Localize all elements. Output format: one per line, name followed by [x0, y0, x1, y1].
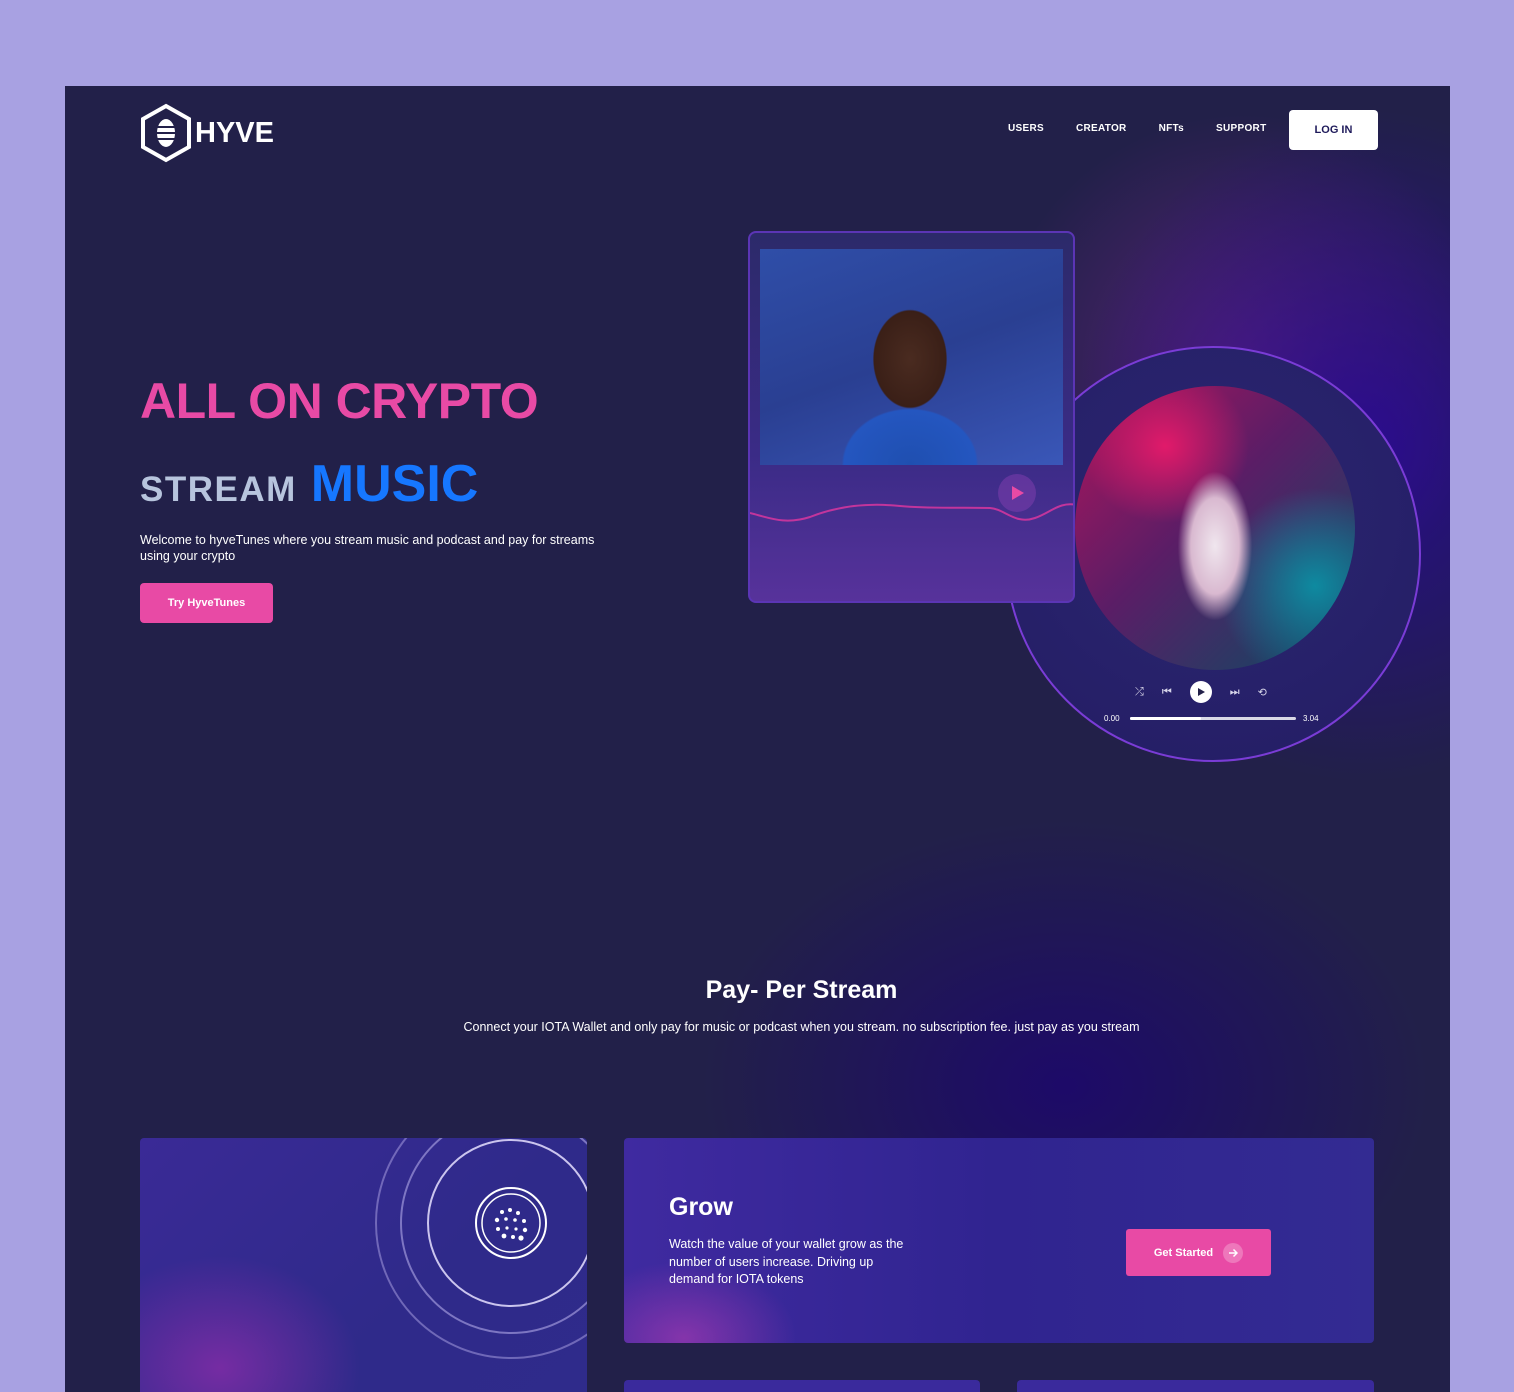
- singer-photo: [1075, 386, 1355, 670]
- pay-per-stream-description: Connect your IOTA Wallet and only pay fo…: [463, 1020, 1140, 1034]
- pay-per-stream-title: Pay- Per Stream: [705, 976, 898, 1004]
- hero-subtitle: STREAM MUSIC: [140, 454, 478, 514]
- hero-description: Welcome to hyveTunes where you stream mu…: [140, 533, 595, 563]
- repeat-icon[interactable]: ⟲: [1258, 686, 1267, 699]
- get-started-button[interactable]: Get Started: [1126, 1229, 1271, 1276]
- grow-panel: Grow Watch the value of your wallet grow…: [624, 1138, 1374, 1343]
- progress-fill: [1130, 717, 1202, 720]
- top-nav: USERS CREATOR NFTs SUPPORT: [1008, 123, 1267, 134]
- player-controls: ⤮ ⏮ ⏭ ⟲: [1135, 681, 1267, 703]
- feature-panel: [624, 1380, 980, 1392]
- progress-track[interactable]: [1130, 717, 1296, 720]
- time-total: 3.04: [1303, 714, 1319, 723]
- nav-item-users[interactable]: USERS: [1008, 123, 1044, 134]
- artist-photo: [760, 249, 1063, 465]
- nav-item-support[interactable]: SUPPORT: [1216, 123, 1266, 134]
- play-icon: [1012, 486, 1024, 500]
- hive-logo-icon: [141, 103, 191, 163]
- landing-page-frame: HYVE USERS CREATOR NFTs SUPPORT LOG IN A…: [65, 86, 1450, 1392]
- time-elapsed: 0.00: [1104, 714, 1120, 723]
- previous-icon[interactable]: ⏮: [1162, 686, 1172, 699]
- brand-name: HYVE: [195, 116, 274, 149]
- play-icon: [1197, 688, 1205, 696]
- hero-stream-word: STREAM: [140, 470, 297, 509]
- login-button[interactable]: LOG IN: [1289, 110, 1378, 150]
- get-started-label: Get Started: [1153, 1246, 1214, 1259]
- grow-description: Watch the value of your wallet grow as t…: [669, 1237, 904, 1286]
- hero-music-word: MUSIC: [310, 455, 479, 513]
- hero-title: ALL ON CRYPTO: [140, 373, 539, 429]
- try-hyvetunes-button[interactable]: Try HyveTunes: [140, 583, 273, 623]
- iota-panel: [140, 1138, 587, 1392]
- shuffle-icon[interactable]: ⤮: [1135, 686, 1144, 699]
- brand-logo[interactable]: HYVE: [139, 103, 274, 163]
- next-icon[interactable]: ⏭: [1230, 686, 1240, 699]
- feature-panel: [1017, 1380, 1374, 1392]
- iota-rings-graphic: [375, 1138, 587, 1359]
- play-button[interactable]: [1189, 681, 1212, 703]
- nav-item-nfts[interactable]: NFTs: [1159, 123, 1184, 134]
- grow-title: Grow: [669, 1193, 733, 1221]
- artist-card: [748, 231, 1075, 603]
- arrow-right-icon: [1223, 1242, 1244, 1263]
- card-play-button[interactable]: [998, 474, 1036, 512]
- nav-item-creator[interactable]: CREATOR: [1076, 123, 1127, 134]
